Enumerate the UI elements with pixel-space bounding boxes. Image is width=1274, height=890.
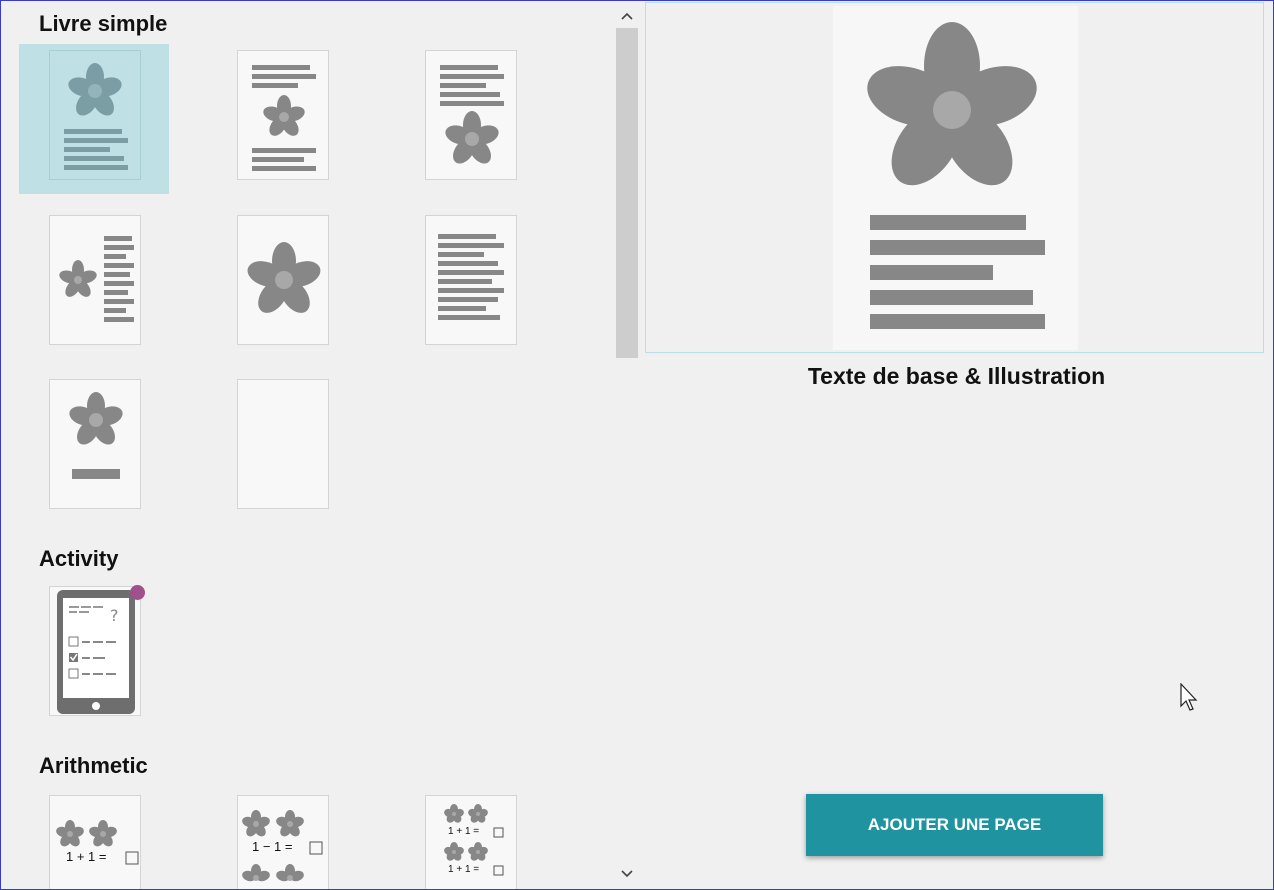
cursor-icon — [1180, 683, 1198, 711]
section-title-arithmetic: Arithmetic — [39, 753, 148, 778]
preview-title: Texte de base & Illustration — [807, 363, 1106, 389]
section-title-basic: Livre simple — [39, 11, 168, 36]
template-arithmetic-addition[interactable]: 1 + 1 = — [49, 795, 141, 889]
template-blank[interactable] — [237, 379, 329, 509]
section-title-activity: Activity — [39, 546, 119, 571]
template-basic-text-picture-selected[interactable] — [49, 50, 141, 180]
equation-text: 1 + 1 = — [448, 864, 480, 875]
flowers-icon — [56, 820, 139, 865]
flower-text-icon — [252, 65, 316, 171]
template-picture-in-middle[interactable] — [237, 50, 329, 180]
template-arithmetic-subtraction[interactable]: 1 − 1 = — [237, 795, 329, 889]
flower-word-icon — [69, 392, 123, 479]
template-picture-and-word[interactable] — [49, 379, 141, 509]
preview-box — [645, 2, 1264, 353]
equation-text: 1 + 1 = — [448, 826, 480, 837]
add-page-button[interactable]: AJOUTER UNE PAGE — [806, 794, 1103, 856]
chevron-down-icon[interactable] — [620, 867, 634, 881]
template-picture-on-bottom[interactable] — [425, 50, 517, 180]
template-picture-only[interactable] — [237, 215, 329, 345]
svg-text:?: ? — [110, 606, 119, 625]
template-activity-quiz[interactable]: ? — [49, 586, 141, 716]
chevron-up-icon[interactable] — [620, 9, 634, 23]
equation-text: 1 + 1 = — [66, 849, 107, 864]
flower-text-icon — [64, 63, 128, 170]
template-picture-left-text-right[interactable] — [49, 215, 141, 345]
flower-text-icon — [440, 65, 504, 164]
scrollbar[interactable] — [614, 1, 640, 889]
template-text-only[interactable] — [425, 215, 517, 345]
new-badge-icon — [130, 585, 145, 600]
tablet-quiz-icon: ? — [57, 590, 135, 714]
preview-pane: Texte de base & Illustration AJOUTER UNE… — [640, 1, 1273, 889]
scrollbar-thumb[interactable] — [616, 28, 638, 358]
flowers-icon — [444, 804, 504, 876]
flower-icon — [247, 242, 321, 313]
template-list[interactable]: Livre simple Activity ? Arithmetic 1 + 1… — [1, 1, 613, 889]
flower-text-icon — [867, 22, 1045, 329]
flower-text-icon — [59, 236, 134, 322]
preview-page — [833, 6, 1078, 350]
text-lines-icon — [438, 234, 504, 320]
template-arithmetic-multiple[interactable]: 1 + 1 = 1 + 1 = — [425, 795, 517, 889]
equation-text: 1 − 1 = — [252, 839, 293, 854]
